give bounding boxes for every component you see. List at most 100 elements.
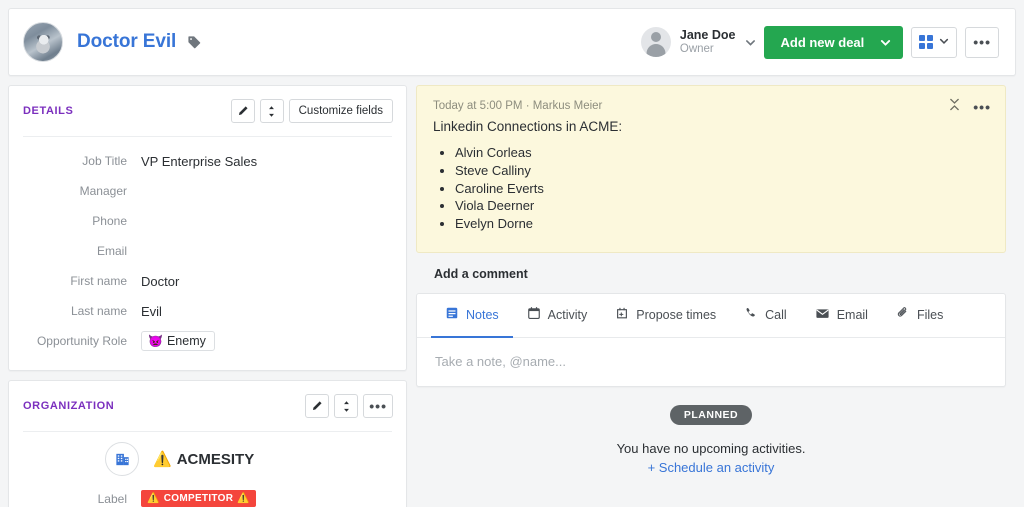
add-comment-button[interactable]: Add a comment — [434, 267, 528, 281]
status-badge-planned: PLANNED — [669, 404, 753, 425]
field-value: Doctor — [141, 273, 180, 289]
tab-label: Notes — [466, 307, 499, 322]
tab-label: Propose times — [636, 307, 717, 322]
tab-label: Activity — [547, 307, 588, 322]
devil-icon: 👿 — [148, 334, 163, 348]
opportunity-role-label: Enemy — [166, 334, 206, 348]
paperclip-icon — [896, 306, 910, 323]
chevron-down-icon — [939, 33, 949, 51]
ellipsis-icon: ••• — [973, 34, 991, 50]
note-card-actions: ••• — [948, 98, 991, 116]
chevron-down-icon[interactable] — [745, 37, 756, 48]
list-item: Viola Deerner — [455, 198, 989, 215]
opportunity-role-row[interactable]: Opportunity Role 👿 Enemy — [23, 326, 392, 356]
details-card: DETAILS Customize fields Job Title VP En… — [8, 85, 407, 371]
owner-block[interactable]: Jane Doe Owner — [640, 27, 757, 57]
grid-view-icon — [919, 35, 934, 49]
owner-role: Owner — [679, 43, 714, 56]
field-label: Email — [96, 244, 127, 258]
page-title[interactable]: Doctor Evil — [77, 31, 176, 53]
field-row[interactable]: First name Doctor — [23, 266, 392, 296]
field-label: Last name — [70, 304, 127, 318]
note-card: ••• Today at 5:00 PM · Markus Meier Link… — [416, 85, 1006, 253]
tab-label: Email — [836, 307, 868, 322]
collapse-icon[interactable] — [948, 98, 961, 116]
calendar-plus-icon — [615, 306, 629, 323]
tab-files[interactable]: Files — [882, 294, 957, 338]
header-more-button[interactable]: ••• — [965, 26, 999, 58]
organization-sort-button[interactable] — [334, 394, 359, 418]
warning-icon: ⚠️ — [153, 451, 172, 468]
chevron-down-icon[interactable] — [880, 37, 891, 48]
field-row[interactable]: Email — [23, 236, 392, 266]
field-value: Evil — [141, 303, 162, 319]
note-input[interactable]: Take a note, @name... — [417, 338, 1005, 386]
add-new-deal-label: Add new deal — [780, 34, 865, 50]
details-fields: Job Title VP Enterprise Sales Manager Ph… — [9, 137, 406, 370]
add-new-deal-button[interactable]: Add new deal — [764, 25, 904, 59]
envelope-icon — [815, 306, 830, 324]
tab-email[interactable]: Email — [801, 294, 882, 338]
organization-name[interactable]: ⚠️ ACMESITY — [153, 450, 255, 469]
warning-icon: ⚠️ — [237, 493, 251, 504]
tab-label: Files — [916, 307, 944, 322]
add-comment-row: Add a comment — [416, 253, 1006, 293]
opportunity-role-badge[interactable]: 👿 Enemy — [141, 331, 215, 351]
view-switch-button[interactable] — [911, 26, 958, 58]
customize-fields-button[interactable]: Customize fields — [288, 99, 393, 123]
details-sort-button[interactable] — [259, 99, 284, 123]
field-row[interactable]: Job Title VP Enterprise Sales — [23, 146, 392, 176]
empty-activities-text: You have no upcoming activities. — [616, 440, 806, 456]
sort-updown-icon — [343, 400, 349, 412]
ellipsis-icon: ••• — [369, 398, 387, 414]
tag-icon[interactable] — [187, 35, 202, 50]
details-card-header: DETAILS Customize fields — [9, 86, 406, 136]
note-meta: Today at 5:00 PM · Markus Meier — [433, 100, 603, 112]
building-icon — [105, 442, 139, 476]
pencil-icon — [238, 106, 248, 116]
warning-icon: ⚠️ — [147, 493, 160, 504]
list-item: Steve Calliny — [455, 163, 989, 180]
pencil-icon — [313, 401, 322, 411]
field-label: Phone — [92, 214, 127, 228]
field-row[interactable]: Manager — [23, 176, 392, 206]
organization-more-button[interactable]: ••• — [363, 394, 393, 418]
tab-activity[interactable]: Activity — [513, 294, 602, 338]
field-label: Opportunity Role — [36, 334, 127, 348]
field-value: VP Enterprise Sales — [141, 153, 258, 169]
tab-propose-times[interactable]: Propose times — [601, 294, 730, 338]
organization-label-field: Label — [97, 491, 127, 506]
activities-section: PLANNED You have no upcoming activities.… — [416, 404, 1006, 475]
note-input-placeholder: Take a note, @name... — [435, 354, 566, 370]
content-columns: DETAILS Customize fields Job Title VP En… — [8, 85, 1016, 507]
contact-avatar[interactable] — [23, 22, 63, 62]
field-label: Manager — [79, 184, 127, 198]
field-value-wrap: 👿 Enemy — [141, 331, 215, 351]
status-badge[interactable]: ⚠️ COMPETITOR ⚠️ — [141, 490, 257, 507]
organization-label-row[interactable]: Label ⚠️ COMPETITOR ⚠️ — [23, 490, 392, 507]
field-label: Job Title — [82, 154, 127, 168]
organization-card-header: ORGANIZATION ••• — [9, 381, 406, 431]
organization-main: ⚠️ ACMESITY — [23, 442, 392, 476]
details-edit-button[interactable] — [230, 99, 255, 123]
tab-call[interactable]: Call — [730, 294, 801, 338]
tab-label: Call — [765, 307, 787, 322]
ellipsis-icon[interactable]: ••• — [973, 100, 991, 114]
field-label: First name — [70, 274, 127, 288]
field-row[interactable]: Phone — [23, 206, 392, 236]
owner-avatar — [640, 27, 671, 57]
field-row[interactable]: Last name Evil — [23, 296, 392, 326]
tab-notes[interactable]: Notes — [431, 294, 513, 338]
list-item: Caroline Everts — [455, 181, 989, 198]
note-title: Linkedin Connections in ACME: — [433, 119, 623, 134]
schedule-activity-link[interactable]: + Schedule an activity — [416, 460, 1006, 475]
owner-text: Jane Doe Owner — [680, 28, 736, 57]
organization-edit-button[interactable] — [305, 394, 330, 418]
organization-card: ORGANIZATION ••• ⚠️ ACMESITY Label ⚠️ CO… — [8, 380, 407, 507]
note-list: Alvin Corleas Steve Calliny Caroline Eve… — [455, 145, 989, 233]
contact-header: Doctor Evil Jane Doe Owner Add new deal — [8, 8, 1016, 76]
note-icon — [445, 306, 459, 323]
list-item: Evelyn Dorne — [455, 216, 989, 233]
organization-name-label: ACMESITY — [176, 450, 255, 468]
activity-tabs-card: Notes Activity Propose times Call Email … — [416, 292, 1006, 387]
